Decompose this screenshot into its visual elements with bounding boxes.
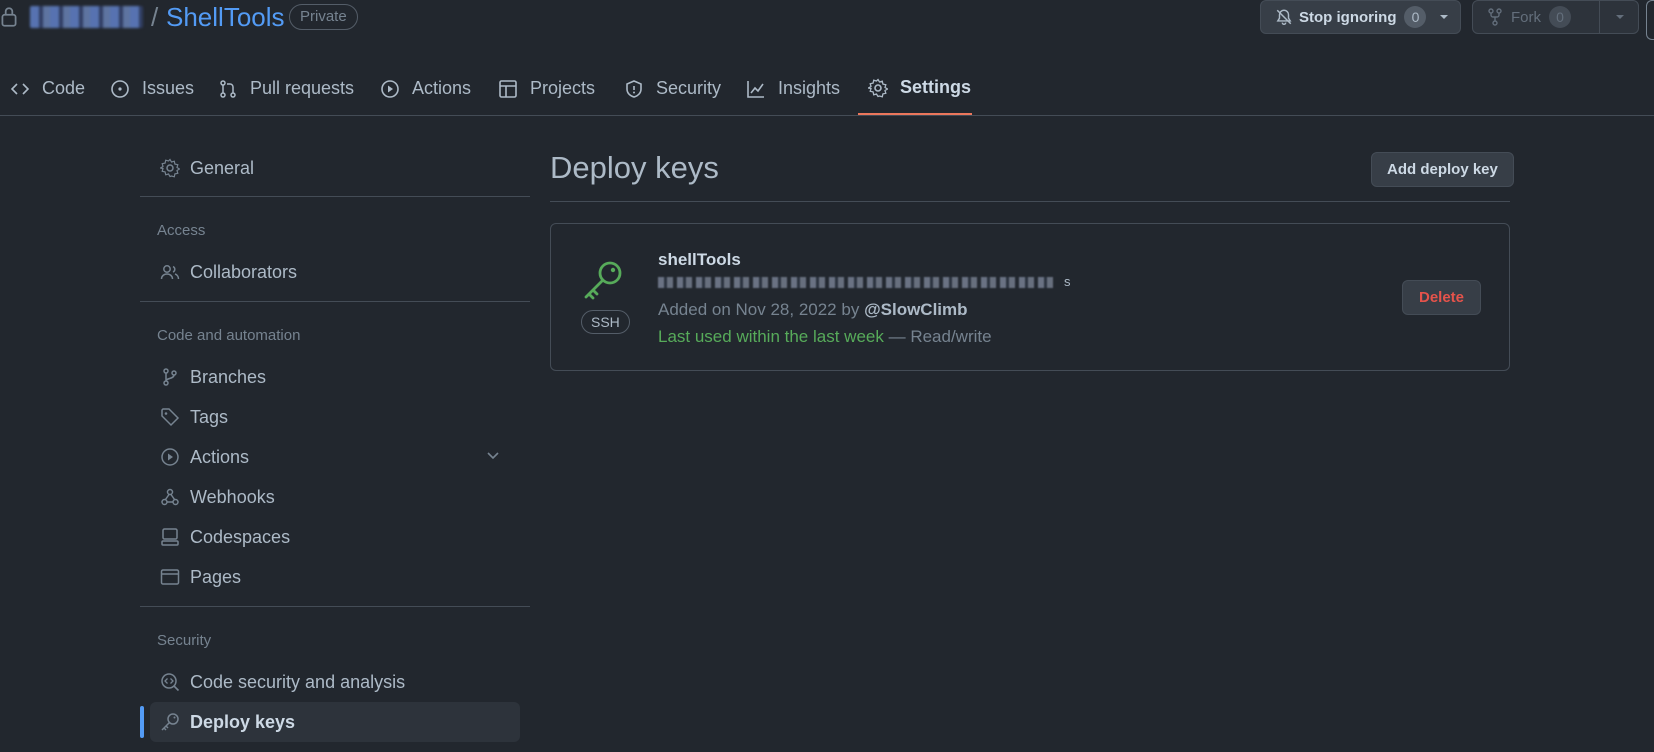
key-usage-info: Last used within the last week — Read/wr… xyxy=(658,327,992,347)
tab-settings[interactable]: Settings xyxy=(858,62,972,115)
key-type-badge: SSH xyxy=(581,310,630,334)
sidebar-item-actions[interactable]: Actions xyxy=(140,437,520,477)
sidebar-item-code-security[interactable]: Code security and analysis xyxy=(140,662,520,702)
sidebar-item-collaborators[interactable]: Collaborators xyxy=(140,252,520,292)
sidebar-item-label: Deploy keys xyxy=(190,711,296,732)
repo-path-separator: / xyxy=(151,2,159,32)
tab-label: Security xyxy=(656,78,722,98)
sidebar-item-codespaces[interactable]: Codespaces xyxy=(140,517,520,557)
graph-icon xyxy=(746,79,766,99)
key-icon xyxy=(581,258,625,302)
repo-owner-redacted[interactable] xyxy=(30,6,143,28)
sidebar-item-label: Code security and analysis xyxy=(190,671,406,692)
watch-button[interactable]: Stop ignoring 0 xyxy=(1260,0,1461,34)
key-added-info: Added on Nov 28, 2022 by @SlowClimb xyxy=(658,300,968,320)
sidebar-item-label: General xyxy=(190,157,255,178)
sidebar-item-label: Branches xyxy=(190,366,267,387)
tab-label: Insights xyxy=(778,78,841,98)
key-title: shellTools xyxy=(658,250,741,269)
fork-button-divider xyxy=(1599,1,1600,33)
caret-down-icon[interactable] xyxy=(1438,11,1450,23)
watch-counter: 0 xyxy=(1404,6,1427,28)
lock-icon xyxy=(0,6,18,28)
webhook-icon xyxy=(160,487,180,507)
play-icon xyxy=(380,79,400,99)
visibility-badge: Private xyxy=(289,4,358,30)
tab-label: Issues xyxy=(142,78,195,98)
gear-icon xyxy=(868,77,888,98)
tab-label: Actions xyxy=(412,78,472,98)
tab-label: Code xyxy=(42,78,86,98)
title-divider xyxy=(550,201,1510,202)
key-added-text: Added on Nov 28, 2022 by xyxy=(658,300,860,319)
sidebar-divider xyxy=(140,196,530,197)
branch-icon xyxy=(160,367,180,387)
sidebar-item-webhooks[interactable]: Webhooks xyxy=(140,477,520,517)
fork-button[interactable]: Fork 0 xyxy=(1472,0,1639,34)
key-added-user-link[interactable]: @SlowClimb xyxy=(864,300,967,319)
codespaces-icon xyxy=(160,527,180,547)
offscreen-button-edge[interactable] xyxy=(1646,0,1654,40)
sidebar-item-label: Collaborators xyxy=(190,261,298,282)
deploy-key-item: SSH shellTools s Added on Nov 28, 2022 b… xyxy=(550,223,1510,371)
bell-slash-icon xyxy=(1275,8,1293,26)
page-title: Deploy keys xyxy=(550,150,719,185)
key-access-level: — Read/write xyxy=(888,327,992,346)
fork-button-label: Fork xyxy=(1511,8,1541,26)
tab-label: Pull requests xyxy=(250,78,355,98)
watch-button-label: Stop ignoring xyxy=(1299,8,1397,26)
delete-key-button[interactable]: Delete xyxy=(1402,280,1482,315)
sidebar-divider xyxy=(140,606,530,607)
repo-tab-nav: Code Issues Pull requests Actions Projec… xyxy=(0,62,1654,116)
tab-pull-requests[interactable]: Pull requests xyxy=(208,62,364,115)
sidebar-item-branches[interactable]: Branches xyxy=(140,357,520,397)
caret-down-icon[interactable] xyxy=(1614,11,1626,23)
tab-code[interactable]: Code xyxy=(0,62,95,115)
tab-actions[interactable]: Actions xyxy=(370,62,481,115)
issue-icon xyxy=(110,79,130,99)
sidebar-item-label: Tags xyxy=(190,406,229,427)
key-last-used: Last used within the last week xyxy=(658,327,884,346)
sidebar-heading-code-automation: Code and automation xyxy=(157,327,301,344)
repo-name-link[interactable]: ShellTools xyxy=(166,0,285,34)
fork-icon xyxy=(1487,8,1503,26)
table-icon xyxy=(498,79,518,99)
add-deploy-key-button[interactable]: Add deploy key xyxy=(1371,152,1514,187)
sidebar-item-deploy-keys[interactable]: Deploy keys xyxy=(150,702,520,742)
shield-icon xyxy=(624,79,644,99)
active-item-indicator xyxy=(140,706,144,738)
fork-counter: 0 xyxy=(1549,6,1571,28)
tab-insights[interactable]: Insights xyxy=(736,62,850,115)
tab-issues[interactable]: Issues xyxy=(100,62,204,115)
sidebar-divider xyxy=(140,301,530,302)
tab-label: Projects xyxy=(530,78,596,98)
tab-label: Settings xyxy=(900,77,972,97)
browser-icon xyxy=(160,567,180,587)
play-icon xyxy=(160,447,180,467)
key-icon xyxy=(160,712,180,732)
gear-icon xyxy=(160,158,180,178)
sidebar-item-label: Actions xyxy=(190,446,250,467)
people-icon xyxy=(160,262,180,282)
tag-icon xyxy=(160,407,180,427)
pull-request-icon xyxy=(218,79,238,99)
tab-projects[interactable]: Projects xyxy=(488,62,605,115)
sidebar-item-tags[interactable]: Tags xyxy=(140,397,520,437)
sidebar-heading-access: Access xyxy=(157,222,206,239)
sidebar-item-general[interactable]: General xyxy=(140,148,520,188)
tab-security[interactable]: Security xyxy=(614,62,731,115)
key-fingerprint-tail: s xyxy=(1064,274,1071,289)
code-icon xyxy=(10,79,30,99)
sidebar-item-label: Webhooks xyxy=(190,486,275,507)
sidebar-heading-security: Security xyxy=(157,632,212,649)
key-fingerprint-redacted xyxy=(658,277,1053,288)
chevron-down-icon[interactable] xyxy=(485,447,501,463)
codescan-icon xyxy=(160,672,180,692)
sidebar-item-pages[interactable]: Pages xyxy=(140,557,520,597)
sidebar-item-label: Pages xyxy=(190,566,242,587)
sidebar-item-label: Codespaces xyxy=(190,526,291,547)
